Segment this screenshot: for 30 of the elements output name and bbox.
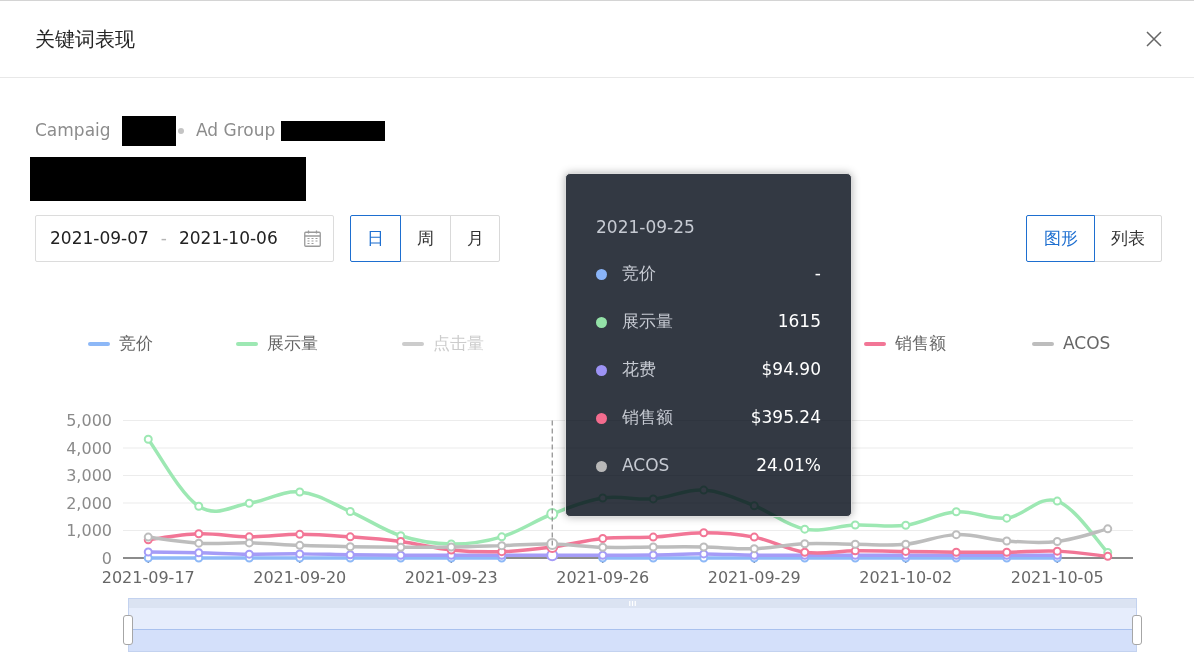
axis-label: 0 bbox=[101, 548, 112, 568]
tooltip-label: 展示量 bbox=[622, 310, 673, 334]
tooltip-label: 花费 bbox=[622, 358, 656, 382]
tooltip-date: 2021-09-25 bbox=[596, 216, 695, 239]
tooltip-value: 1615 bbox=[777, 310, 821, 334]
axis-label: 2021-10-05 bbox=[1010, 567, 1104, 587]
axis-label: 2021-09-17 bbox=[101, 567, 195, 587]
axis-label: 5,000 bbox=[66, 411, 112, 430]
axis-label: 2021-09-23 bbox=[404, 567, 498, 587]
start-date: 2021-09-07 bbox=[50, 226, 149, 250]
dialog-title: 关键词表现 bbox=[35, 26, 135, 53]
tooltip-value: - bbox=[814, 262, 821, 286]
axis-label: 1,000 bbox=[66, 521, 112, 540]
axis-label: 2021-09-29 bbox=[707, 567, 801, 587]
axis-label: 2021-09-20 bbox=[253, 567, 347, 587]
axis-label: 3,000 bbox=[66, 466, 112, 485]
tooltip-value: $395.24 bbox=[750, 406, 821, 430]
breadcrumb-label: Campaig bbox=[35, 119, 112, 143]
tooltip-value: $94.90 bbox=[761, 358, 821, 382]
axis-label: 2021-10-02 bbox=[859, 567, 953, 587]
breadcrumb-label: Ad Group bbox=[196, 119, 277, 143]
tooltip-value: 24.01% bbox=[756, 454, 821, 478]
tooltip-label: ACOS bbox=[622, 454, 670, 478]
range-separator: - bbox=[160, 226, 167, 250]
tooltip-label: 销售额 bbox=[622, 406, 673, 430]
axis-label: 2021-09-26 bbox=[556, 567, 650, 587]
axis-label: 2,000 bbox=[66, 493, 112, 513]
end-date: 2021-10-06 bbox=[178, 226, 278, 250]
axis-label: 4,000 bbox=[66, 438, 112, 458]
tooltip-label: 竞价 bbox=[622, 262, 656, 286]
